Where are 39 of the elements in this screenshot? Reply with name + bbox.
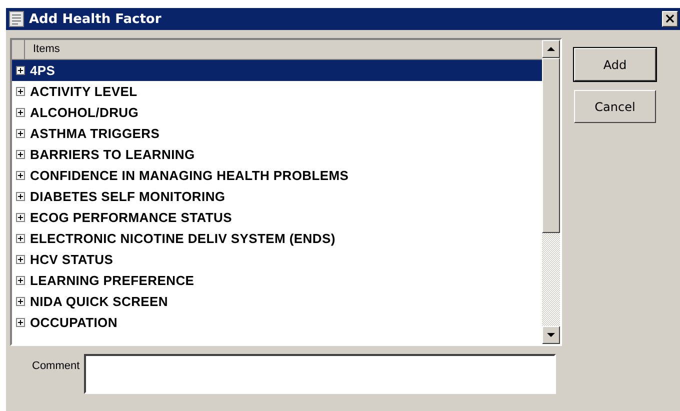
expand-icon[interactable]	[16, 297, 25, 306]
list-item[interactable]: OCCUPATION	[12, 312, 542, 333]
expand-icon[interactable]	[16, 150, 25, 159]
expand-icon[interactable]	[16, 129, 25, 138]
list-item[interactable]: ALCOHOL/DRUG	[12, 102, 542, 123]
list-item[interactable]: LEARNING PREFERENCE	[12, 270, 542, 291]
list-item[interactable]: ASTHMA TRIGGERS	[12, 123, 542, 144]
list-item[interactable]: ECOG PERFORMANCE STATUS	[12, 207, 542, 228]
expand-icon[interactable]	[16, 171, 25, 180]
dialog-button[interactable]: Cancel	[574, 90, 656, 123]
down-arrow-icon[interactable]	[547, 333, 555, 337]
list-item[interactable]: CONFIDENCE IN MANAGING HEALTH PROBLEMS	[12, 165, 542, 186]
expand-icon[interactable]	[16, 87, 25, 96]
list-item[interactable]: DIABETES SELF MONITORING	[12, 186, 542, 207]
expand-icon[interactable]	[16, 108, 25, 117]
window-title: Add Health Factor	[29, 12, 162, 26]
list-item[interactable]: BARRIERS TO LEARNING	[12, 144, 542, 165]
list-item[interactable]: 4PS	[12, 60, 542, 81]
form-icon	[9, 11, 24, 27]
expand-icon[interactable]	[16, 255, 25, 264]
column-header[interactable]: Items	[25, 40, 542, 60]
list-item[interactable]: HCV STATUS	[12, 249, 542, 270]
up-arrow-icon[interactable]	[547, 47, 555, 51]
comment-label: Comment	[32, 359, 78, 372]
dialog-button[interactable]: Add	[574, 48, 656, 81]
expand-icon[interactable]	[16, 276, 25, 285]
expand-icon[interactable]	[16, 318, 25, 327]
list-item[interactable]: ACTIVITY LEVEL	[12, 81, 542, 102]
list-item[interactable]: ELECTRONIC NICOTINE DELIV SYSTEM (ENDS)	[12, 228, 542, 249]
scrollbar[interactable]	[542, 40, 560, 344]
expand-icon[interactable]	[16, 234, 25, 243]
expand-icon[interactable]	[16, 213, 25, 222]
header-corner	[12, 40, 25, 60]
expand-icon[interactable]	[16, 192, 25, 201]
expand-icon[interactable]	[16, 66, 25, 75]
items-list[interactable]	[10, 38, 562, 346]
comment-field[interactable]	[84, 354, 556, 394]
list-item[interactable]: NIDA QUICK SCREEN	[12, 291, 542, 312]
close-button[interactable]: ×	[662, 11, 678, 27]
